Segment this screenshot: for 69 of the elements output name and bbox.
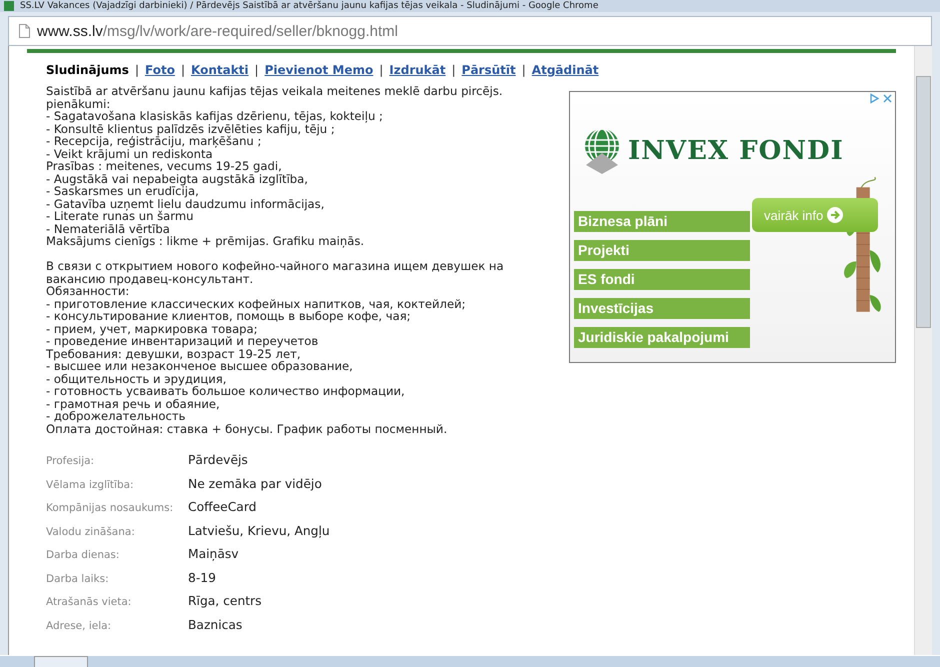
description-line: - Sagatavošana klasiskās kafijas dzērienu, tējas, kokteiļu ; xyxy=(46,110,384,122)
description-line: - готовность усваивать большое количество информации, xyxy=(46,385,406,398)
description-line: - Recepcija, reģistrāciju, marķēšanu ; xyxy=(46,135,262,148)
separator: | xyxy=(134,63,139,77)
description-line: Оплата достойная: ставка + бонусы. График работы посменный. xyxy=(46,422,448,435)
separator: | xyxy=(379,63,384,77)
url-text: www.ss.lv/msg/lv/work/are-required/seller/bknogg.html xyxy=(37,22,398,40)
nav-link[interactable]: Pārsūtīt xyxy=(462,63,516,77)
field-label: Darba dienas: xyxy=(46,548,120,563)
field-label: Atrašanās vieta: xyxy=(46,595,132,610)
description-line: вакансию продавец-консультант. xyxy=(46,272,254,285)
description-line: - консультирование клиентов, помощь в выборе кофе, чая; xyxy=(46,310,411,322)
field-label: Valodu zināšana: xyxy=(46,524,136,540)
window-title: SS.LV Vakances (Vajadzīgi darbinieki) / Pārdevējs Saistībā ar atvēršanu jaunu kafijas tējas veikala - Sludinājumi - Google Chrome xyxy=(20,1,598,11)
description-line: - Nemateriālā vērtība xyxy=(46,222,171,235)
field-value: Rīga, centrs xyxy=(188,594,263,610)
description-line: Maksājums cienīgs : likme + prēmijas. Grafiku maiņās. xyxy=(46,235,366,248)
nav-link[interactable]: Kontakti xyxy=(190,63,249,77)
field-value: Pārdevējs xyxy=(188,453,249,468)
field-label: Profesija: xyxy=(46,454,96,469)
description-line: - высшее или незаконченое высшее образование, xyxy=(46,360,354,372)
nav-link[interactable]: Foto xyxy=(145,63,175,77)
ad-info-icon[interactable] xyxy=(869,93,880,104)
description-line: - грамотная речь и обаяние, xyxy=(46,398,221,410)
current-tab[interactable]: Sludinājums xyxy=(46,63,129,77)
separator: | xyxy=(522,63,526,77)
description-line: - прием, учет, маркировка товара; xyxy=(46,322,258,335)
field-value: 8-19 xyxy=(188,570,217,586)
address-bar[interactable]: www.ss.lv/msg/lv/work/are-required/seller/bknogg.html xyxy=(8,16,932,46)
logo-text: INVEX FONDI xyxy=(628,136,844,166)
separator: | xyxy=(254,63,259,77)
description-line: - проведение инвентаризаций и переучетов xyxy=(46,335,320,348)
description-line: Prasības : meitenes, vecums 19-25 gadi, xyxy=(46,160,283,172)
description-line: pienākumi: xyxy=(46,98,112,110)
description-line: Требования: девушки, возраст 19-25 лет, xyxy=(46,348,301,360)
description-line: - Veikt krājumi un rediskonta xyxy=(46,148,213,160)
taskbar-button[interactable] xyxy=(34,656,88,667)
description-line: Обязанности: xyxy=(46,285,130,298)
field-value: Baznicas xyxy=(188,618,244,633)
close-icon[interactable] xyxy=(882,93,893,104)
description-line: - общительность и эрудиция, xyxy=(46,372,228,385)
field-label: Kompānijas nosaukums: xyxy=(46,501,174,516)
description-line: - Saskarsmes un erudīcija, xyxy=(46,185,200,198)
separator: | xyxy=(180,63,185,77)
description-line: - Gatavība uzņemt lielu daudzumu informācijas, xyxy=(46,198,326,210)
description-line: Saistībā ar atvēršanu jaunu kafijas tējas veikala meitenes meklē darbu pircējs. xyxy=(46,85,504,98)
nav-link[interactable]: Atgādināt xyxy=(532,63,599,77)
description-line: - Konsultē klientus palīdzēs izvēlēties kafiju, tēju ; xyxy=(46,122,335,135)
description-line: - доброжелательность xyxy=(46,410,186,422)
description-line: В связи с открытием нового кофейно-чайного магазина ищем девушек на xyxy=(46,260,504,272)
nav-link[interactable]: Pievienot Memo xyxy=(264,63,374,77)
field-value: Ne zemāka par vidējo xyxy=(188,476,323,492)
field-label: Adrese, iela: xyxy=(46,618,112,634)
field-value: Maiņāsv xyxy=(188,547,240,562)
advertisement-banner[interactable]: INVEX FONDI Biznesa plāni Projekti ES fondi Investīcijas Juridiskie pakalpojumi vairāk info xyxy=(569,91,896,363)
field-value: Latviešu, Krievu, Angļu xyxy=(188,524,330,539)
app-icon xyxy=(4,1,14,11)
description-line: - Augstākā vai nepabeigta augstākā izglītība, xyxy=(46,172,309,185)
globe-logo-icon xyxy=(582,127,622,175)
description-line: - приготовление классических кофейных напитков, чая, коктейлей; xyxy=(46,298,467,310)
field-value: CoffeeCard xyxy=(188,500,258,516)
field-label: Vēlama izglītība: xyxy=(46,478,135,492)
nav-link[interactable]: Izdrukāt xyxy=(389,63,446,77)
scrollbar-thumb[interactable] xyxy=(916,76,931,328)
separator: | xyxy=(452,63,456,77)
scrollbar[interactable] xyxy=(914,46,932,655)
page-icon xyxy=(19,24,30,38)
field-label: Darba laiks: xyxy=(46,572,110,586)
description-line: - Literate runas un šarmu xyxy=(46,210,194,222)
